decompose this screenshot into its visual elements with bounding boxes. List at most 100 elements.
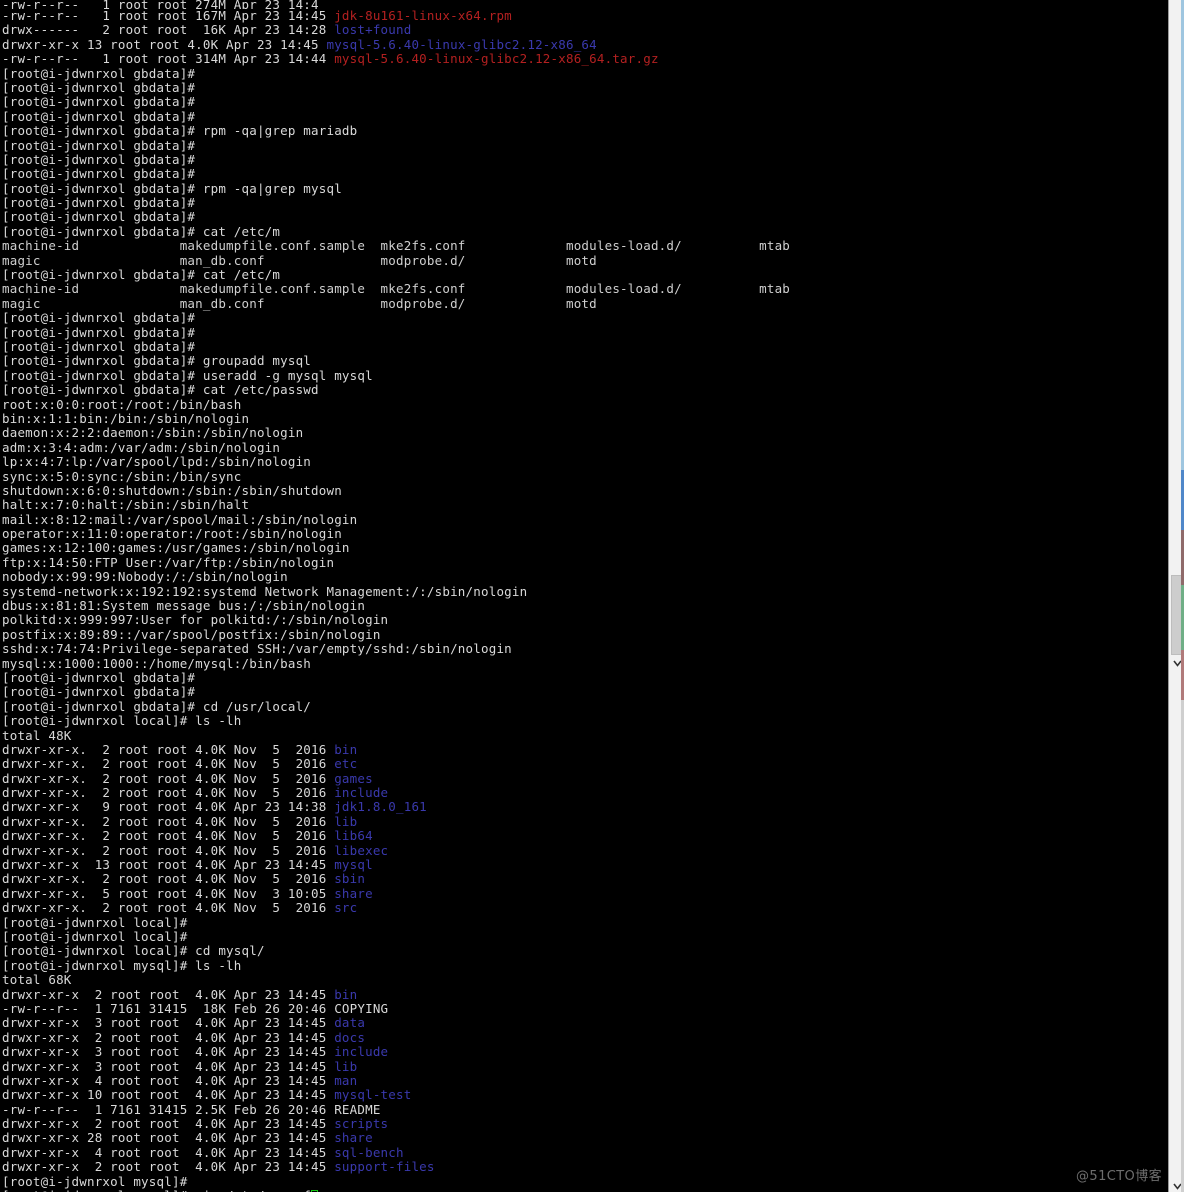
terminal-line: drwxr-xr-x. 2 root root 4.0K Nov 5 2016 …	[0, 785, 1168, 801]
terminal-text-white: polkitd:x:999:997:User for polkitd:/:/sb…	[2, 612, 389, 628]
terminal-text-white: [root@i-jdwnrxol gbdata]#	[2, 65, 196, 81]
terminal-line: [root@i-jdwnrxol local]# cd mysql/	[0, 944, 1168, 958]
terminal-line: [root@i-jdwnrxol mysql]# ls -lh	[0, 958, 1168, 973]
terminal-line: drwxr-xr-x 2 root root 4.0K Apr 23 14:45…	[0, 1160, 1168, 1174]
terminal-line: postfix:x:89:89::/var/spool/postfix:/sbi…	[0, 627, 1168, 642]
terminal-text-dir: lost+found	[334, 22, 412, 38]
terminal-text-white: -rw-r--r-- 1 root root 167M Apr 23 14:45	[2, 8, 335, 23]
terminal-line: [root@i-jdwnrxol gbdata]#	[0, 324, 1168, 340]
terminal-text-white: games:x:12:100:games:/usr/games:/sbin/no…	[2, 540, 350, 556]
terminal-text-white: [root@i-jdwnrxol local]# ls -lh	[2, 713, 242, 729]
terminal-line: drwxr-xr-x. 2 root root 4.0K Nov 5 2016 …	[0, 842, 1168, 858]
terminal-line: dbus:x:81:81:System message bus:/:/sbin/…	[0, 598, 1168, 614]
terminal-text-white: drwxr-xr-x. 2 root root 4.0K Nov 5 2016	[2, 813, 335, 829]
terminal-line: drwxr-xr-x. 2 root root 4.0K Nov 5 2016 …	[0, 770, 1168, 786]
terminal-text-white: -rw-r--r-- 1 root root 314M Apr 23 14:44	[2, 51, 335, 67]
terminal-line: [root@i-jdwnrxol gbdata]#	[0, 95, 1168, 109]
terminal-line: [root@i-jdwnrxol gbdata]# rpm -qa|grep m…	[0, 180, 1168, 196]
terminal-line: [root@i-jdwnrxol gbdata]#	[0, 79, 1168, 95]
terminal-text-arch: mysql-5.6.40-linux-glibc2.12-x86_64.tar.…	[334, 51, 659, 67]
terminal-text-white: [root@i-jdwnrxol gbdata]#	[2, 79, 196, 95]
terminal-text-dir: bin	[334, 986, 358, 1002]
terminal-text-dir: etc	[334, 756, 358, 772]
terminal-text-white: [root@i-jdwnrxol gbdata]#	[2, 137, 196, 153]
terminal-text-white: [root@i-jdwnrxol gbdata]# cat /etc/m	[2, 267, 281, 283]
terminal-line: halt:x:7:0:halt:/sbin:/sbin/halt	[0, 498, 1168, 512]
terminal-text-dir: sql-bench	[334, 1144, 404, 1160]
terminal-text-white: nobody:x:99:99:Nobody:/:/sbin/nologin	[2, 569, 288, 585]
terminal-line: [root@i-jdwnrxol gbdata]#	[0, 195, 1168, 211]
terminal-text-white: drwxr-xr-x 4 root root 4.0K Apr 23 14:45	[2, 1144, 335, 1160]
terminal-line: drwxr-xr-x 13 root root 4.0K Apr 23 14:4…	[0, 857, 1168, 872]
terminal-text-white: [root@i-jdwnrxol gbdata]# cat /etc/passw…	[2, 382, 319, 398]
terminal-text-white: drwxr-xr-x 3 root root 4.0K Apr 23 14:45	[2, 1044, 335, 1060]
terminal-text-white: mysql:x:1000:1000::/home/mysql:/bin/bash	[2, 655, 312, 671]
terminal-line: drwxr-xr-x 3 root root 4.0K Apr 23 14:45…	[0, 1016, 1168, 1030]
terminal-line: -rw-r--r-- 1 root root 314M Apr 23 14:44…	[0, 51, 1168, 67]
terminal-text-white: drwxr-xr-x. 2 root root 4.0K Nov 5 2016	[2, 785, 335, 801]
terminal-line: [root@i-jdwnrxol gbdata]# useradd -g mys…	[0, 367, 1168, 383]
terminal-text-white: drwxr-xr-x 3 root root 4.0K Apr 23 14:45	[2, 1015, 335, 1031]
terminal-text-white: [root@i-jdwnrxol gbdata]# useradd -g mys…	[2, 367, 373, 383]
terminal-text-white: -rw-r--r-- 1 7161 31415 18K Feb 26 20:46…	[2, 1000, 389, 1016]
terminal-text-white: [root@i-jdwnrxol gbdata]#	[2, 195, 196, 211]
terminal-text-grey: magic man_db.conf modprobe.d/ motd	[2, 252, 597, 268]
terminal-line: machine-id makedumpfile.conf.sample mke2…	[0, 282, 1168, 296]
terminal-text-white: drwxr-xr-x 3 root root 4.0K Apr 23 14:45	[2, 1058, 335, 1074]
terminal-text-white: [root@i-jdwnrxol mysql]#	[2, 1173, 188, 1189]
terminal-text-dir: scripts	[334, 1116, 389, 1132]
terminal-line: drwxr-xr-x 3 root root 4.0K Apr 23 14:45…	[0, 1058, 1168, 1074]
terminal-text-white: [root@i-jdwnrxol gbdata]# cd /usr/local/	[2, 698, 312, 714]
terminal-text-white: total 68K	[2, 972, 72, 988]
terminal-line: [root@i-jdwnrxol gbdata]#	[0, 137, 1168, 153]
terminal-line: [root@i-jdwnrxol gbdata]#	[0, 152, 1168, 167]
terminal-text-white: drwxr-xr-x. 2 root root 4.0K Nov 5 2016	[2, 828, 335, 844]
terminal-text-white: systemd-network:x:192:192:systemd Networ…	[2, 583, 528, 599]
terminal-line: [root@i-jdwnrxol local]# ls -lh	[0, 713, 1168, 729]
terminal-text-white: drwxr-xr-x 4 root root 4.0K Apr 23 14:45	[2, 1072, 335, 1088]
terminal-output-area[interactable]: -rw-r--r-- 1 root root 274M Apr 23 14:4-…	[0, 0, 1168, 1192]
terminal-text-dir: include	[334, 1044, 389, 1060]
terminal-text-dir: docs	[334, 1029, 366, 1045]
terminal-text-white: [root@i-jdwnrxol gbdata]# groupadd mysql	[2, 353, 312, 369]
terminal-text-white: drwxr-xr-x 2 root root 4.0K Apr 23 14:45	[2, 1116, 335, 1132]
terminal-line: [root@i-jdwnrxol gbdata]# cat /etc/passw…	[0, 382, 1168, 398]
terminal-text-white: drwxr-xr-x. 2 root root 4.0K Nov 5 2016	[2, 756, 335, 772]
terminal-text-white: [root@i-jdwnrxol gbdata]# rpm -qa|grep m…	[2, 180, 342, 196]
terminal-text-white: [root@i-jdwnrxol gbdata]#	[2, 324, 196, 340]
terminal-line: [root@i-jdwnrxol gbdata]# cat /etc/m	[0, 267, 1168, 283]
terminal-text-white: -rw-r--r-- 1 7161 31415 2.5K Feb 26 20:4…	[2, 1101, 381, 1117]
terminal-text-white: drwxr-xr-x. 2 root root 4.0K Nov 5 2016	[2, 842, 335, 858]
terminal-text-dir: man	[334, 1072, 358, 1088]
terminal-text-white: drwxr-xr-x 2 root root 4.0K Apr 23 14:45	[2, 1159, 335, 1175]
terminal-text-white: [root@i-jdwnrxol gbdata]#	[2, 669, 196, 685]
terminal-text-white: root:x:0:0:root:/root:/bin/bash	[2, 396, 242, 412]
terminal-text-dir: mysql-test	[334, 1087, 412, 1103]
terminal-text-arch: jdk-8u161-linux-x64.rpm	[334, 8, 512, 23]
terminal-text-white: daemon:x:2:2:daemon:/sbin:/sbin/nologin	[2, 425, 304, 441]
terminal-text-white: mail:x:8:12:mail:/var/spool/mail:/sbin/n…	[2, 511, 358, 527]
terminal-line: drwxr-xr-x. 2 root root 4.0K Nov 5 2016 …	[0, 757, 1168, 771]
terminal-text-grey: magic man_db.conf modprobe.d/ motd	[2, 295, 597, 311]
terminal-text-dir: src	[334, 900, 358, 916]
terminal-line: drwx------ 2 root root 16K Apr 23 14:28 …	[0, 23, 1168, 37]
terminal-line: drwxr-xr-x. 2 root root 4.0K Nov 5 2016 …	[0, 829, 1168, 843]
terminal-text-dir: games	[334, 770, 373, 786]
terminal-line: shutdown:x:6:0:shutdown:/sbin:/sbin/shut…	[0, 483, 1168, 498]
terminal-line: drwxr-xr-x 9 root root 4.0K Apr 23 14:38…	[0, 800, 1168, 814]
terminal-line: polkitd:x:999:997:User for polkitd:/:/sb…	[0, 613, 1168, 627]
terminal-line: total 68K	[0, 972, 1168, 988]
terminal-text-white: ftp:x:14:50:FTP User:/var/ftp:/sbin/nolo…	[2, 554, 335, 570]
terminal-text-white: [root@i-jdwnrxol local]#	[2, 914, 188, 930]
terminal-line: [root@i-jdwnrxol gbdata]# rpm -qa|grep m…	[0, 123, 1168, 138]
terminal-line: adm:x:3:4:adm:/var/adm:/sbin/nologin	[0, 440, 1168, 455]
terminal-line: drwxr-xr-x 2 root root 4.0K Apr 23 14:45…	[0, 1116, 1168, 1132]
terminal-text-dir: lib	[334, 1058, 358, 1074]
terminal-text-white: [root@i-jdwnrxol gbdata]#	[2, 338, 196, 354]
terminal-line: magic man_db.conf modprobe.d/ motd	[0, 252, 1168, 268]
terminal-line: [root@i-jdwnrxol mysql]#	[0, 1173, 1168, 1189]
terminal-line: [root@i-jdwnrxol gbdata]#	[0, 167, 1168, 181]
terminal-text-white: dbus:x:81:81:System message bus:/:/sbin/…	[2, 598, 366, 614]
terminal-text-white: drwxr-xr-x 2 root root 4.0K Apr 23 14:45	[2, 986, 335, 1002]
terminal-line: operator:x:11:0:operator:/root:/sbin/nol…	[0, 526, 1168, 541]
